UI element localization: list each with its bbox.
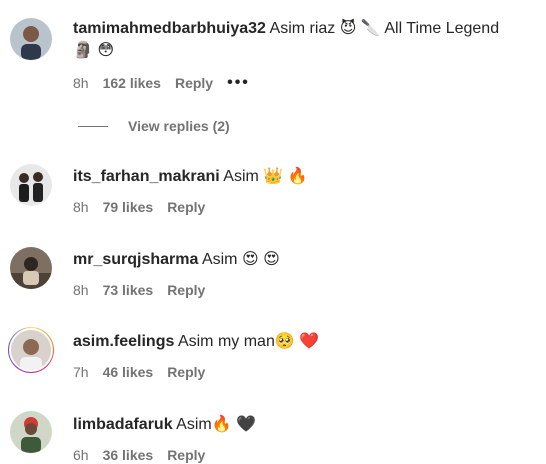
comment-body: Asim	[223, 168, 259, 185]
avatar	[9, 328, 53, 372]
comment-username[interactable]: asim.feelings	[73, 333, 174, 350]
view-replies-button[interactable]: View replies (2)	[78, 118, 230, 134]
comment-text: asim.feelings Asim my man🥺 ❤️	[73, 331, 538, 353]
divider	[78, 125, 108, 127]
comment-emojis: 🥺 ❤️	[274, 333, 320, 350]
comment-username[interactable]: limbadafaruk	[73, 416, 173, 433]
comment-time: 8h	[73, 199, 89, 215]
comment-emojis: 👑 🔥	[263, 168, 308, 185]
avatar[interactable]	[10, 247, 52, 289]
comment-emojis-2: 🗿 😳	[73, 42, 115, 59]
comment-text: limbadafaruk Asim🔥 🖤	[73, 414, 538, 436]
avatar[interactable]	[10, 18, 52, 60]
comment-likes[interactable]: 36 likes	[103, 447, 154, 463]
comment-meta: 7h 46 likes Reply	[73, 364, 205, 380]
view-replies-label: View replies (2)	[128, 118, 230, 134]
comment-emojis: 🔥 🖤	[211, 416, 257, 433]
more-options-icon[interactable]: •••	[227, 74, 250, 92]
comment-text: tamimahmedbarbhuiya32 Asim riaz 😈 🔪 All …	[73, 18, 538, 62]
comment-time: 8h	[73, 282, 89, 298]
comment-meta: 8h 79 likes Reply	[73, 199, 205, 215]
comment-emojis: 😍 😍	[241, 251, 280, 268]
avatar[interactable]	[10, 164, 52, 206]
comment-time: 8h	[73, 75, 89, 91]
comment-body-2: All Time Legend	[384, 20, 500, 37]
reply-button[interactable]: Reply	[167, 447, 205, 463]
comment-body: Asim my man	[177, 333, 275, 350]
reply-button[interactable]: Reply	[167, 282, 205, 298]
reply-button[interactable]: Reply	[167, 199, 205, 215]
comment-body: Asim	[176, 416, 212, 433]
comment-likes[interactable]: 73 likes	[103, 282, 154, 298]
avatar[interactable]	[10, 411, 52, 453]
avatar-story-ring[interactable]	[8, 327, 54, 373]
comment-time: 6h	[73, 447, 89, 463]
comment-body: Asim riaz	[269, 20, 336, 37]
reply-button[interactable]: Reply	[175, 75, 213, 91]
comment-likes[interactable]: 79 likes	[103, 199, 154, 215]
comment-username[interactable]: mr_surqjsharma	[73, 251, 198, 268]
comment-meta: 8h 73 likes Reply	[73, 282, 205, 298]
comment-meta: 6h 36 likes Reply	[73, 447, 205, 463]
comment-meta: 8h 162 likes Reply •••	[73, 74, 250, 92]
comment-time: 7h	[73, 364, 89, 380]
comment-emojis: 😈 🔪	[339, 20, 385, 37]
reply-button[interactable]: Reply	[167, 364, 205, 380]
comment-text: mr_surqjsharma Asim 😍 😍	[73, 249, 538, 271]
comment-body: Asim	[201, 251, 238, 268]
comment-username[interactable]: tamimahmedbarbhuiya32	[73, 20, 266, 37]
comment-text: its_farhan_makrani Asim 👑 🔥	[73, 166, 538, 188]
comment-username[interactable]: its_farhan_makrani	[73, 168, 220, 185]
comment-likes[interactable]: 162 likes	[103, 75, 161, 91]
comment-likes[interactable]: 46 likes	[103, 364, 154, 380]
